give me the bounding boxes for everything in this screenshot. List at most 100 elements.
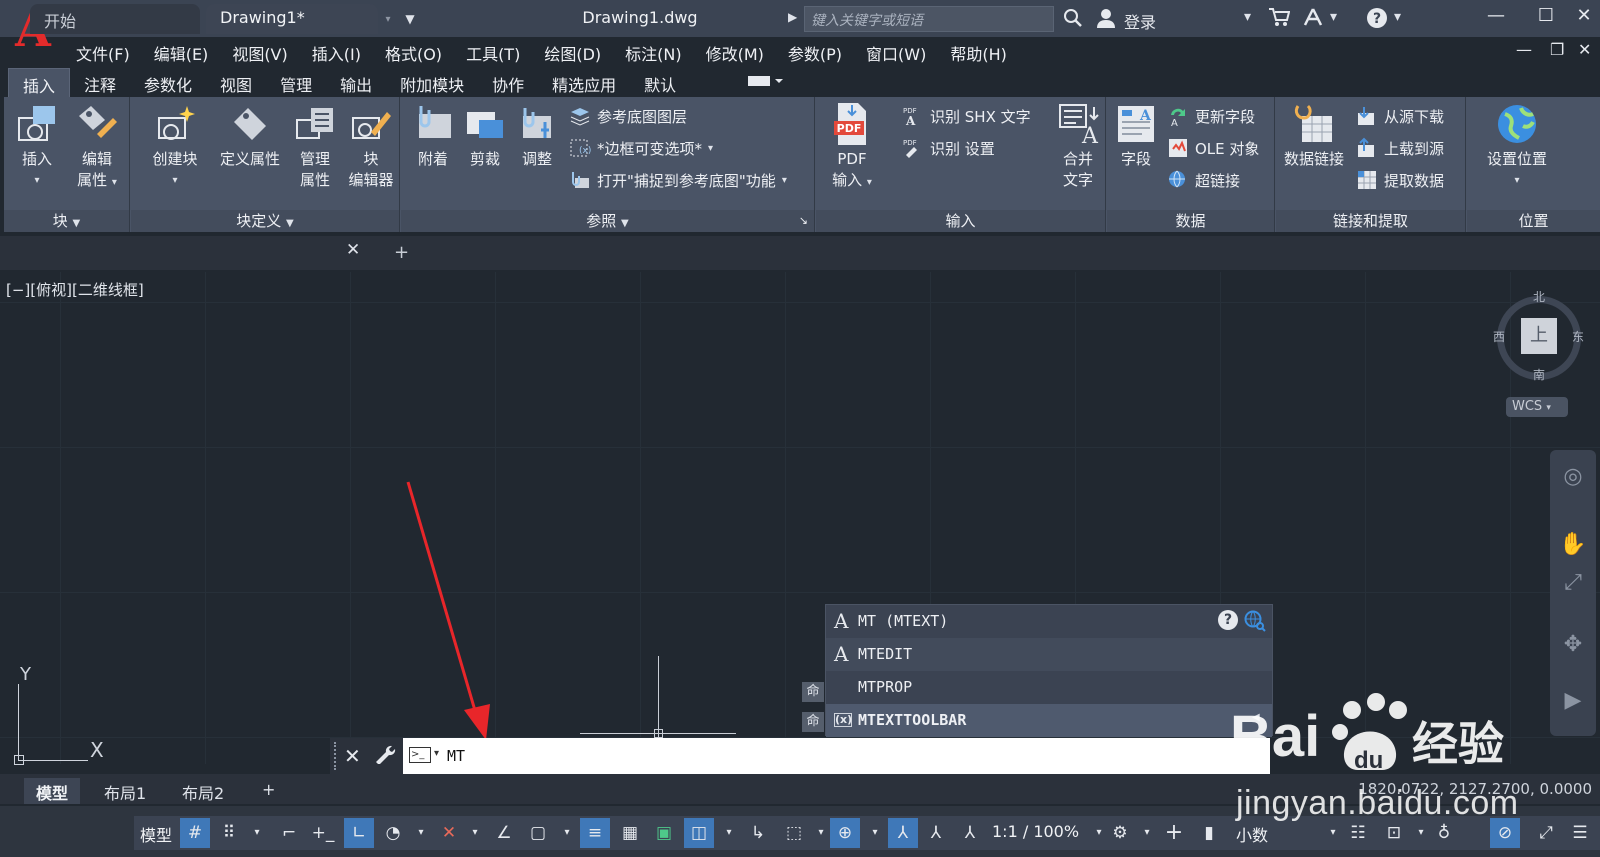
- new-layout-plus-icon[interactable]: +: [250, 778, 287, 804]
- maximize-icon[interactable]: ☐: [1532, 5, 1560, 31]
- gizmo-dropdown-icon[interactable]: ▾: [862, 818, 888, 848]
- customization-menu-icon[interactable]: ☰: [1566, 818, 1594, 848]
- tab-featured-apps[interactable]: 精选应用: [538, 68, 630, 98]
- clip-button[interactable]: 剪裁: [459, 101, 511, 170]
- polar-dropdown-icon[interactable]: ▾: [408, 818, 434, 848]
- field-button[interactable]: A 字段: [1111, 101, 1161, 170]
- annotation-scale-icon[interactable]: ⅄: [956, 818, 984, 848]
- recent-commands-icon[interactable]: >_: [409, 747, 431, 763]
- command-line-grip[interactable]: [334, 742, 338, 770]
- upload-to-source-button[interactable]: 上载到源: [1356, 135, 1444, 161]
- snap-dropdown-icon[interactable]: ▾: [244, 818, 270, 848]
- search-input[interactable]: 键入关键字或短语: [804, 6, 1054, 32]
- attach-button[interactable]: 附着: [407, 101, 459, 170]
- create-block-button[interactable]: 创建块 ▾: [139, 101, 211, 191]
- annotation-visibility-icon[interactable]: ⅄: [888, 818, 918, 848]
- clean-screen-icon[interactable]: ⤢: [1532, 818, 1560, 848]
- menu-insert[interactable]: 插入(I): [300, 37, 373, 67]
- panel-block-title[interactable]: 块 ▼: [4, 210, 129, 232]
- compass-north[interactable]: 北: [1533, 288, 1545, 305]
- login-dropdown-icon[interactable]: ▾: [1244, 9, 1251, 25]
- isodraft-icon[interactable]: ✕: [436, 818, 462, 848]
- orbit-icon[interactable]: ✥: [1558, 630, 1588, 660]
- tab-insert[interactable]: 插入: [8, 68, 71, 98]
- manage-attributes-button[interactable]: 管理 属性: [287, 101, 343, 191]
- annotation-scale-dropdown[interactable]: 1:1 / 100%: [992, 822, 1079, 841]
- units-dropdown[interactable]: 小数: [1236, 822, 1268, 846]
- object-snap-dropdown-icon[interactable]: ▾: [554, 818, 580, 848]
- object-snap-icon[interactable]: ▢: [524, 818, 552, 848]
- login-button[interactable]: 登录: [1124, 9, 1156, 33]
- panel-block-definition-title[interactable]: 块定义 ▼: [131, 210, 399, 232]
- zoom-extents-icon[interactable]: ⤢: [1558, 568, 1588, 598]
- close-icon[interactable]: ✕: [1570, 5, 1598, 31]
- panel-reference-title[interactable]: 参照 ▼ ↘: [401, 210, 814, 232]
- help-icon[interactable]: ?: [1366, 7, 1388, 33]
- snap-mode-icon[interactable]: ⠿: [216, 818, 242, 848]
- selection-filter-icon[interactable]: ⬚: [780, 818, 808, 848]
- viewport-controls-label[interactable]: [−][俯视][二维线框]: [6, 279, 144, 300]
- search-expand-icon[interactable]: ▶: [788, 10, 797, 24]
- autocomplete-item-mtext[interactable]: A MT (MTEXT): [826, 605, 1272, 638]
- wcs-menu-button[interactable]: WCS ▾: [1506, 397, 1568, 417]
- extract-data-button[interactable]: 提取数据: [1356, 167, 1444, 193]
- data-link-button[interactable]: 数据链接: [1278, 101, 1350, 170]
- update-fields-button[interactable]: A 更新字段: [1167, 103, 1255, 129]
- customize-qat-icon[interactable]: ▼: [398, 7, 422, 31]
- new-tab-plus-icon[interactable]: +: [394, 242, 409, 263]
- menu-modify[interactable]: 修改(M): [694, 37, 776, 67]
- command-line-close-icon[interactable]: ✕: [344, 744, 361, 768]
- dynamic-ucs-icon[interactable]: ↳: [744, 818, 772, 848]
- combine-text-button[interactable]: A 合并 文字: [1052, 101, 1104, 191]
- redo-dropdown-icon[interactable]: ▾: [376, 7, 400, 31]
- compass-south[interactable]: 南: [1533, 366, 1545, 383]
- lineweight-icon[interactable]: ≡: [580, 818, 610, 848]
- doc-minimize-icon[interactable]: —: [1516, 40, 1532, 59]
- recognize-shx-button[interactable]: PDF A 识别 SHX 文字: [902, 103, 1031, 129]
- isodraft-dropdown-icon[interactable]: ▾: [462, 818, 488, 848]
- pan-hand-icon[interactable]: ✋: [1558, 530, 1588, 560]
- model-space-button[interactable]: 模型: [140, 822, 172, 846]
- tab-layout1[interactable]: 布局1: [92, 778, 158, 804]
- gizmo-icon[interactable]: ⊕: [830, 818, 860, 848]
- menu-edit[interactable]: 编辑(E): [142, 37, 221, 67]
- viewcube-top-face[interactable]: 上: [1521, 318, 1557, 354]
- menu-help[interactable]: 帮助(H): [938, 37, 1019, 67]
- auto-scale-icon[interactable]: ⅄: [922, 818, 950, 848]
- block-editor-button[interactable]: 块 编辑器: [343, 101, 399, 191]
- menu-view[interactable]: 视图(V): [220, 37, 299, 67]
- autocomplete-item-mtexttoolbar[interactable]: (x) MTEXTTOOLBAR: [826, 704, 1272, 737]
- selection-cycling-icon[interactable]: ▣: [650, 818, 678, 848]
- a360-dropdown-icon[interactable]: ▾: [1330, 9, 1337, 25]
- grid-icon[interactable]: #: [180, 818, 210, 848]
- ortho-icon[interactable]: ∟: [344, 818, 374, 848]
- search-icon[interactable]: [1063, 8, 1083, 33]
- workspace-gear-icon[interactable]: ⚙: [1106, 818, 1134, 848]
- polar-tracking-icon[interactable]: ◔: [380, 818, 406, 848]
- edit-attribute-button[interactable]: 编辑 属性 ▾: [68, 101, 126, 193]
- tab-close-icon[interactable]: ✕: [346, 240, 360, 260]
- tab-output[interactable]: 输出: [326, 68, 386, 98]
- menu-tools[interactable]: 工具(T): [454, 37, 532, 67]
- insert-block-button[interactable]: 插入 ▾: [10, 101, 64, 191]
- recent-commands-dropdown-icon[interactable]: ▾: [434, 748, 439, 759]
- define-attribute-button[interactable]: 定义属性: [215, 101, 285, 170]
- autocomplete-item-mtprop[interactable]: MTPROP: [826, 671, 1272, 704]
- autodesk-a360-icon[interactable]: [1302, 7, 1324, 31]
- menu-dimension[interactable]: 标注(N): [613, 37, 693, 67]
- minimize-icon[interactable]: —: [1482, 5, 1510, 31]
- tab-start[interactable]: 开始: [30, 4, 200, 34]
- menu-file[interactable]: 文件(F): [64, 37, 142, 67]
- tab-view[interactable]: 视图: [206, 68, 266, 98]
- ole-object-button[interactable]: OLE 对象: [1167, 135, 1259, 161]
- infer-constraints-icon[interactable]: ⌐: [276, 818, 302, 848]
- units-icon[interactable]: ▮: [1196, 818, 1222, 848]
- cart-icon[interactable]: [1268, 7, 1291, 31]
- recognize-settings-button[interactable]: PDF 识别 设置: [902, 135, 995, 161]
- user-icon[interactable]: [1096, 8, 1116, 33]
- menu-parametric[interactable]: 参数(P): [776, 37, 854, 67]
- download-from-source-button[interactable]: 从源下载: [1356, 103, 1444, 129]
- help-icon[interactable]: ?: [1218, 610, 1238, 630]
- command-input-container[interactable]: >_ ▾: [403, 738, 1270, 774]
- autocomplete-item-mtedit[interactable]: A MTEDIT: [826, 638, 1272, 671]
